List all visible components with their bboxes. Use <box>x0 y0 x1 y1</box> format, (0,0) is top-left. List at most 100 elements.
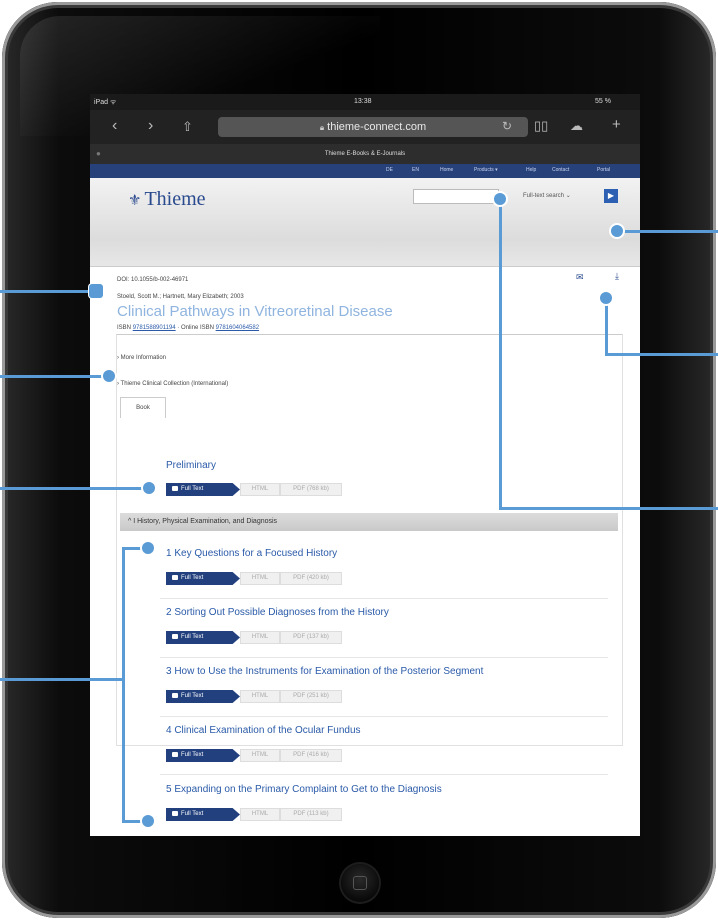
nav-item-en[interactable]: EN <box>412 167 419 173</box>
chapter-buttons-4: Full Text HTML PDF (416 kb) <box>166 749 342 762</box>
battery-text: 55 % <box>595 98 611 105</box>
cloud-icon[interactable]: ☁ <box>570 118 583 134</box>
thieme-logo[interactable]: ⚜ Thieme <box>128 188 206 211</box>
reload-icon[interactable]: ↻ <box>502 119 512 133</box>
divider <box>160 598 608 599</box>
chapter-buttons-3: Full Text HTML PDF (251 kb) <box>166 690 342 703</box>
doi-text: DOI: 10.1055/b-002-46971 <box>117 277 189 283</box>
callout-marker-full-text <box>143 482 155 494</box>
search-input[interactable] <box>413 189 499 204</box>
chapter-title-3[interactable]: 3 How to Use the Instruments for Examina… <box>166 666 483 677</box>
online-isbn-link[interactable]: 9781604064582 <box>216 325 259 331</box>
status-bar: iPad ᯤ 13:38 55 % <box>90 94 640 110</box>
html-button[interactable]: HTML <box>240 572 280 585</box>
full-text-button[interactable]: Full Text <box>166 483 240 496</box>
chapter-title-4[interactable]: 4 Clinical Examination of the Ocular Fun… <box>166 725 361 736</box>
html-button[interactable]: HTML <box>240 483 280 496</box>
html-button[interactable]: HTML <box>240 808 280 821</box>
callout-marker-chapters-bottom <box>142 815 154 827</box>
url-text: thieme-connect.com <box>327 121 427 133</box>
isbn-link[interactable]: 9781588901194 <box>133 325 176 331</box>
chapter-title-5[interactable]: 5 Expanding on the Primary Complaint to … <box>166 784 442 795</box>
search-mode-select[interactable]: Full-text search ⌄ <box>523 192 571 199</box>
email-icon[interactable]: ✉ <box>576 272 584 283</box>
callout-marker-search <box>494 193 506 205</box>
callout-marker-header <box>611 225 623 237</box>
address-bar[interactable]: 🔒︎ thieme-connect.com <box>218 117 528 137</box>
lock-icon <box>172 633 178 639</box>
bookmarks-icon[interactable]: ▯▯ <box>534 118 548 134</box>
nav-item-help[interactable]: Help <box>526 167 536 173</box>
callout-line-search-vertical <box>499 199 502 509</box>
lock-icon <box>172 574 178 580</box>
full-text-button[interactable]: Full Text <box>166 572 240 585</box>
callout-bracket-chapters <box>122 547 125 823</box>
safari-toolbar: ‹ › ⇧ 🔒︎ thieme-connect.com ↻ ▯▯ ☁ + <box>90 110 640 144</box>
pdf-button[interactable]: PDF (420 kb) <box>280 572 342 585</box>
lock-icon <box>172 810 178 816</box>
pdf-button[interactable]: PDF (416 kb) <box>280 749 342 762</box>
nav-item-products[interactable]: Products ▾ <box>474 167 498 173</box>
site-nav-bar: DE EN Home Products ▾ Help Contact Porta… <box>90 164 640 178</box>
ipad-frame: iPad ᯤ 13:38 55 % ‹ › ⇧ 🔒︎ thieme-connec… <box>2 2 716 918</box>
pdf-button[interactable]: PDF (768 kb) <box>280 483 342 496</box>
carrier-text: iPad ᯤ <box>94 99 117 106</box>
html-button[interactable]: HTML <box>240 749 280 762</box>
preliminary-buttons: Full Text HTML PDF (768 kb) <box>166 483 342 496</box>
lock-icon <box>172 751 178 757</box>
chevron-down-icon: ⌄ <box>565 193 571 199</box>
html-button[interactable]: HTML <box>240 631 280 644</box>
full-text-button[interactable]: Full Text <box>166 808 240 821</box>
callout-marker-chapters-top <box>142 542 154 554</box>
thieme-emblem-icon: ⚜ <box>128 193 142 209</box>
divider <box>160 774 608 775</box>
callout-line-search <box>499 507 718 510</box>
callout-line-more-info <box>0 375 106 378</box>
callout-marker-more-info <box>103 370 115 382</box>
nav-item-contact[interactable]: Contact <box>552 167 569 173</box>
back-icon[interactable]: ‹ <box>112 117 117 135</box>
section-header[interactable]: ^ I History, Physical Examination, and D… <box>120 513 618 531</box>
callout-line-header <box>622 230 718 233</box>
nav-item-de[interactable]: DE <box>386 167 393 173</box>
pdf-button[interactable]: PDF (113 kb) <box>280 808 342 821</box>
search-submit-button[interactable]: ▶ <box>604 189 618 203</box>
lock-icon: 🔒︎ <box>319 123 325 132</box>
toc-panel <box>116 334 623 746</box>
site-header: ⚜ Thieme Full-text search ⌄ ▶ <box>90 178 640 267</box>
new-tab-icon[interactable]: + <box>612 116 621 133</box>
chapter-buttons-1: Full Text HTML PDF (420 kb) <box>166 572 342 585</box>
home-button[interactable] <box>341 864 379 902</box>
lock-icon <box>172 485 178 491</box>
callout-marker-doi <box>89 284 103 298</box>
pdf-button[interactable]: PDF (251 kb) <box>280 690 342 703</box>
callout-marker-share <box>600 292 612 304</box>
isbn-line: ISBN 9781588901194 · Online ISBN 9781604… <box>117 325 260 331</box>
callout-line-chapters <box>0 678 124 681</box>
pdf-button[interactable]: PDF (137 kb) <box>280 631 342 644</box>
share-icon[interactable]: ⇧ <box>182 119 193 135</box>
preliminary-link[interactable]: Preliminary <box>166 460 216 471</box>
callout-line-share-vertical <box>605 300 608 355</box>
home-square-icon <box>353 876 367 890</box>
full-text-button[interactable]: Full Text <box>166 631 240 644</box>
nav-item-portal[interactable]: Portal <box>597 167 610 173</box>
full-text-button[interactable]: Full Text <box>166 690 240 703</box>
authors-text: Stoeld, Scott M.; Hartnett, Mary Elizabe… <box>117 294 244 300</box>
forward-icon[interactable]: › <box>148 117 153 135</box>
chapter-title-1[interactable]: 1 Key Questions for a Focused History <box>166 548 337 559</box>
download-icon[interactable]: ⤓ <box>615 271 619 282</box>
chapter-title-2[interactable]: 2 Sorting Out Possible Diagnoses from th… <box>166 607 389 618</box>
callout-line-share <box>605 353 718 356</box>
clock: 13:38 <box>354 98 372 105</box>
divider <box>160 716 608 717</box>
nav-item-home[interactable]: Home <box>440 167 453 173</box>
close-tab-icon[interactable]: ● <box>96 144 101 164</box>
full-text-button[interactable]: Full Text <box>166 749 240 762</box>
tab-title[interactable]: Thieme E-Books & E-Journals <box>325 151 405 157</box>
html-button[interactable]: HTML <box>240 690 280 703</box>
chapter-buttons-5: Full Text HTML PDF (113 kb) <box>166 808 342 821</box>
lock-icon <box>172 692 178 698</box>
callout-line-doi <box>0 290 92 293</box>
callout-line-full-text <box>0 487 146 490</box>
